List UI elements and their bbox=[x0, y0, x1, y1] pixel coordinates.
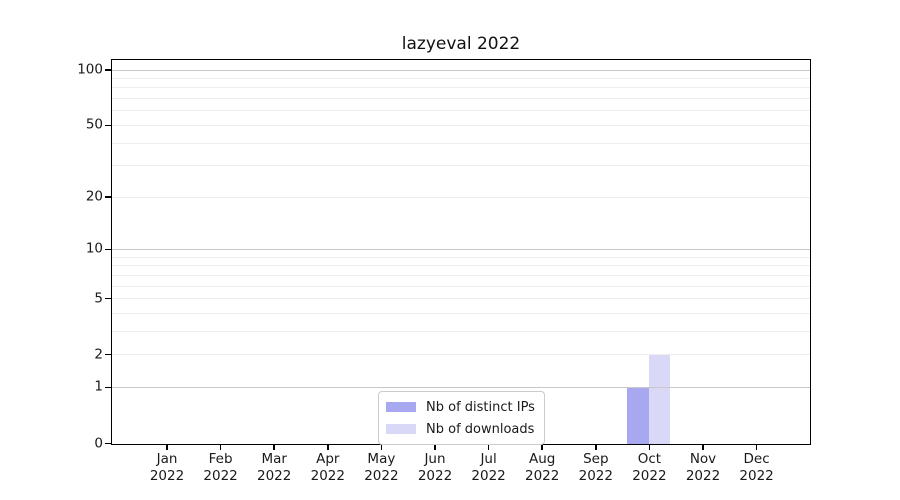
y-tick-mark-20 bbox=[105, 196, 112, 198]
legend-item-distinct-ips: Nb of distinct IPs bbox=[386, 398, 535, 416]
y-tick-label-50: 50 bbox=[85, 116, 103, 133]
y-tick-mark-100 bbox=[105, 69, 112, 71]
x-tick-mark-mar bbox=[273, 444, 275, 450]
plot-area bbox=[111, 59, 811, 445]
y-tick-label-5: 5 bbox=[94, 289, 103, 306]
y-tick-label-20: 20 bbox=[85, 188, 103, 205]
gridline-y-70 bbox=[112, 98, 810, 100]
gridline-y-5 bbox=[112, 298, 810, 300]
gridline-y-20 bbox=[112, 196, 810, 198]
gridline-y-80 bbox=[112, 87, 810, 89]
gridline-y-6 bbox=[112, 285, 810, 287]
gridline-y-40 bbox=[112, 142, 810, 144]
y-tick-mark-2 bbox=[105, 353, 112, 356]
x-tick-mark-feb bbox=[219, 444, 222, 450]
gridline-y-4 bbox=[112, 312, 810, 314]
x-tick-mark-oct bbox=[648, 444, 651, 450]
gridline-y-8 bbox=[112, 265, 810, 267]
bar-distinct-ips bbox=[627, 387, 649, 444]
gridline-y-50 bbox=[112, 124, 810, 126]
bar-downloads bbox=[648, 355, 671, 444]
gridline-y-10 bbox=[112, 248, 810, 250]
legend: Nb of distinct IPs Nb of downloads bbox=[378, 391, 545, 445]
y-tick-label-2: 2 bbox=[94, 345, 103, 362]
y-tick-mark-0 bbox=[105, 442, 112, 445]
y-tick-label-0: 0 bbox=[94, 434, 103, 451]
gridline-y-2 bbox=[112, 354, 810, 356]
gridline-y-9 bbox=[112, 256, 810, 258]
gridline-y-1 bbox=[112, 386, 810, 388]
y-tick-label-100: 100 bbox=[77, 61, 103, 78]
legend-label-downloads: Nb of downloads bbox=[426, 421, 535, 437]
chart-title: lazyeval 2022 bbox=[401, 34, 521, 54]
legend-item-downloads: Nb of downloads bbox=[386, 420, 535, 438]
x-tick-mark-jan bbox=[166, 444, 168, 450]
legend-swatch-downloads bbox=[386, 424, 416, 434]
x-tick-mark-apr bbox=[327, 444, 329, 450]
y-tick-label-1: 1 bbox=[94, 378, 103, 395]
gridline-y-100 bbox=[112, 69, 810, 71]
gridline-y-90 bbox=[112, 78, 810, 80]
x-tick-mark-sep bbox=[595, 444, 597, 450]
y-tick-label-10: 10 bbox=[85, 240, 103, 257]
y-tick-mark-5 bbox=[105, 297, 112, 300]
gridline-y-3 bbox=[112, 330, 810, 332]
gridline-y-30 bbox=[112, 165, 810, 167]
y-tick-mark-1 bbox=[105, 386, 112, 389]
y-tick-mark-10 bbox=[105, 248, 112, 251]
legend-label-distinct-ips: Nb of distinct IPs bbox=[426, 399, 535, 415]
x-tick-mark-dec bbox=[755, 444, 758, 450]
x-tick-mark-nov bbox=[702, 444, 704, 450]
x-tick-label-dec: Dec 2022 bbox=[739, 451, 774, 484]
gridline-y-60 bbox=[112, 110, 810, 112]
gridline-y-7 bbox=[112, 274, 810, 276]
figure: lazyeval 2022 Nb of distinct IPs Nb of d… bbox=[0, 0, 900, 500]
y-tick-mark-50 bbox=[105, 124, 112, 127]
legend-swatch-distinct-ips bbox=[386, 402, 416, 412]
